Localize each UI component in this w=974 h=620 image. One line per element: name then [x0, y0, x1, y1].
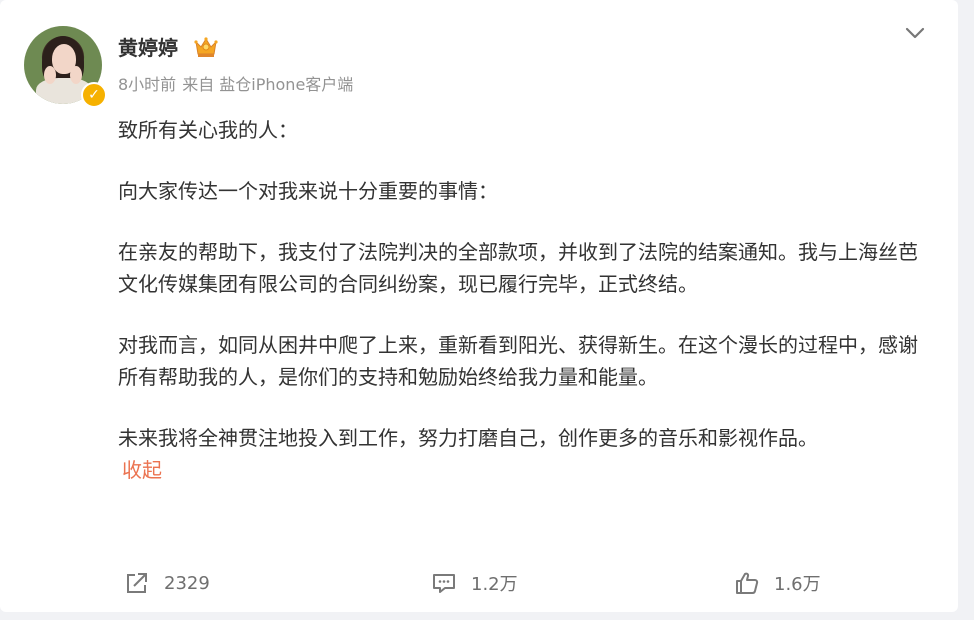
post-meta: 8小时前 来自 盐仓iPhone客户端: [118, 73, 359, 97]
collapse-link[interactable]: 收起: [122, 454, 170, 486]
verified-badge-icon: ✓: [81, 82, 107, 108]
comment-count: 1.2万: [471, 574, 518, 595]
post-content: 致所有关心我的人： 向大家传达一个对我来说十分重要的事情： 在亲友的帮助下，我支…: [118, 114, 930, 486]
post-paragraph: 致所有关心我的人：: [118, 118, 298, 142]
crown-icon[interactable]: [194, 36, 218, 58]
chevron-down-icon[interactable]: [904, 24, 926, 42]
thumbs-up-icon: [736, 572, 759, 594]
post-time[interactable]: 8小时前: [118, 75, 176, 94]
post-paragraph: 对我而言，如同从困井中爬了上来，重新看到阳光、获得新生。在这个漫长的过程中，感谢…: [118, 333, 918, 389]
avatar[interactable]: ✓: [24, 26, 107, 108]
share-button[interactable]: 2329: [124, 567, 210, 599]
comment-button[interactable]: 1.2万: [431, 567, 518, 599]
like-button[interactable]: 1.6万: [734, 567, 821, 599]
comment-icon: [433, 574, 455, 593]
post-source: 来自 盐仓iPhone客户端: [182, 75, 354, 94]
post-paragraph: 在亲友的帮助下，我支付了法院判决的全部款项，并收到了法院的结案通知。我与上海丝芭…: [118, 240, 918, 296]
post-paragraph: 向大家传达一个对我来说十分重要的事情：: [118, 179, 498, 203]
username[interactable]: 黄婷婷: [118, 34, 178, 62]
post-paragraph: 未来我将全神贯注地投入到工作，努力打磨自己，创作更多的音乐和影视作品。: [118, 426, 818, 450]
like-count: 1.6万: [774, 574, 821, 595]
share-icon: [127, 573, 147, 593]
share-count: 2329: [164, 572, 210, 594]
weibo-post-card: ✓ 黄婷婷 8小时前 来自 盐仓iPhone客户端 致所有关心我的人： 向大家传达…: [0, 0, 958, 612]
